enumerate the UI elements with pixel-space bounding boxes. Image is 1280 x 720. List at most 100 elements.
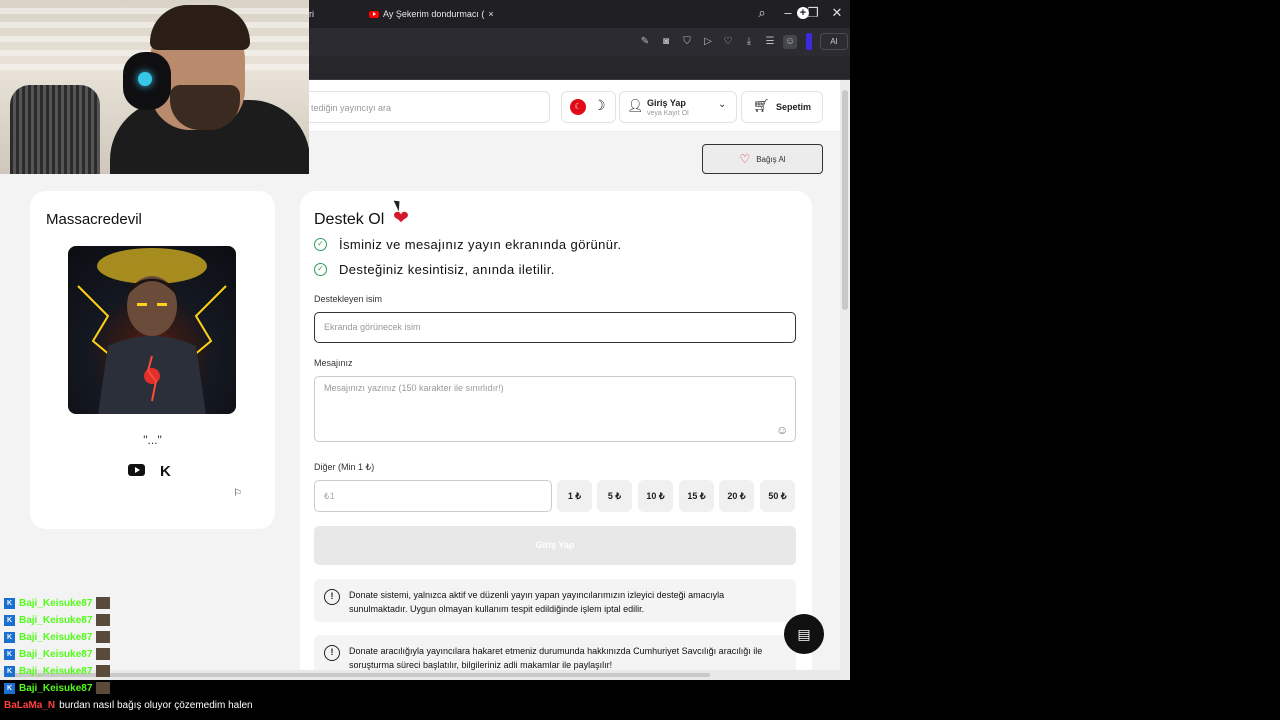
amount-chip[interactable]: 1 ₺ (557, 480, 592, 512)
emote-icon (96, 614, 111, 626)
user-icon: 👤︎ (627, 98, 644, 113)
amount-chip[interactable]: 50 ₺ (760, 480, 795, 512)
heart-icon[interactable]: ♡ (721, 35, 735, 49)
avatar-illustration (77, 248, 227, 414)
search-placeholder: tediğin yayıncıyı ara (311, 103, 392, 113)
donate-title: Destek Ol (314, 211, 385, 228)
info-alert-icon: ! (324, 589, 340, 605)
heart-icon: ♡ (739, 152, 751, 166)
streamer-avatar (68, 246, 236, 414)
message-textarea[interactable]: Mesajınızı yazınız (150 karakter ile sın… (314, 376, 796, 442)
cart-icon: 🛒︎ (753, 98, 770, 113)
report-flag-icon[interactable]: ⚐ (233, 488, 242, 499)
chat-line: K Baji_Keisuke87 (4, 646, 111, 662)
search-input[interactable]: tediğin yayıncıyı ara (300, 91, 550, 123)
chat-message: BaLaMa_N burdan nasıl bağış oluyor çözeme… (4, 697, 253, 713)
login-title: Giriş Yap (647, 98, 686, 108)
submit-login-button[interactable]: Giriş Yap (314, 526, 796, 565)
close-window-icon[interactable]: ✕ (829, 5, 845, 21)
receive-donation-button[interactable]: ♡ Bağış Al (702, 144, 823, 174)
chair (10, 85, 100, 174)
extension-indicator[interactable] (806, 33, 812, 50)
youtube-icon (369, 10, 379, 18)
streamer-name: Massacredevil (46, 211, 142, 228)
browser-tab-active[interactable]: Ay Şekerim dondurmacı ( × (369, 6, 494, 22)
chat-support-icon[interactable]: ▤ (784, 614, 824, 654)
chat-message-text: burdan nasıl bağış oluyor çözemedim hale… (59, 699, 253, 711)
settings-box: ☾ ☽ (561, 91, 616, 123)
message-label: Mesajınız (314, 358, 353, 368)
tab-title: Ay Şekerim dondurmacı ( (383, 9, 485, 19)
login-button[interactable]: 👤︎ Giriş Yap veya Kayıt Ol ⌄ (619, 91, 737, 123)
amount-chip[interactable]: 5 ₺ (597, 480, 632, 512)
benefit-text: Desteğiniz kesintisiz, anında iletilir. (339, 262, 555, 277)
minimize-icon[interactable]: – (780, 5, 796, 21)
cart-button[interactable]: 🛒︎ Sepetim (741, 91, 823, 123)
profile-icon[interactable]: ☺ (783, 35, 797, 49)
notice-box: ! Donate sistemi, yalnızca aktif ve düze… (314, 579, 796, 622)
name-label: Destekleyen isim (314, 294, 383, 304)
kick-badge-icon: K (4, 597, 15, 609)
youtube-icon[interactable] (128, 463, 145, 480)
menu-icon[interactable]: ☰ (763, 35, 777, 49)
chat-username: Baji_Keisuke87 (19, 597, 93, 609)
notice-text: Donate aracılığıyla yayıncılara hakaret … (349, 646, 763, 670)
emote-icon (96, 648, 111, 660)
edit-icon[interactable]: ✎ (638, 35, 652, 49)
play-icon[interactable]: ▷ (701, 35, 715, 49)
camera-icon[interactable]: ◙ (659, 35, 673, 49)
browser-toolbar: ✎ ◙ ⛉ ▷ ♡ ⤓ ☰ ☺ (309, 28, 850, 56)
amount-input[interactable]: ₺1 (314, 480, 552, 512)
streamer-bio: "..." (143, 433, 162, 447)
chat-username: BaLaMa_N (4, 699, 56, 711)
chat-line: K Baji_Keisuke87 (4, 629, 111, 645)
search-icon[interactable]: ⌕ (754, 5, 770, 21)
chat-line: K Baji_Keisuke87 (4, 595, 111, 611)
browser-tab-partial[interactable]: ri (309, 6, 314, 22)
chat-username: Baji_Keisuke87 (19, 631, 93, 643)
chat-line: K Baji_Keisuke87 (4, 680, 111, 696)
cart-label: Sepetim (776, 102, 812, 112)
message-placeholder: Mesajınızı yazınız (150 karakter ile sın… (324, 383, 504, 393)
emote-icon (96, 665, 111, 677)
amount-chip[interactable]: 10 ₺ (638, 480, 673, 512)
emoji-icon[interactable]: ☺ (776, 423, 788, 437)
streamer-hair (150, 5, 250, 50)
restore-icon[interactable]: ❐ (805, 5, 821, 21)
amount-placeholder: ₺1 (324, 491, 335, 501)
chat-username: Baji_Keisuke87 (19, 665, 93, 677)
ai-label: AI (830, 37, 838, 46)
kick-badge-icon: K (4, 614, 15, 626)
ai-button[interactable]: AI (820, 33, 848, 50)
register-link: veya Kayıt Ol (647, 110, 689, 117)
turkish-flag-icon[interactable]: ☾ (570, 99, 586, 115)
amount-chip[interactable]: 15 ₺ (679, 480, 714, 512)
kick-badge-icon: K (4, 648, 15, 660)
webcam-overlay (0, 0, 309, 174)
kick-icon[interactable]: K (160, 463, 171, 480)
dark-mode-icon[interactable]: ☽ (593, 97, 606, 114)
vertical-scrollbar[interactable] (840, 80, 850, 680)
chat-line: K Baji_Keisuke87 (4, 612, 111, 628)
check-circle-icon: ✓ (314, 238, 327, 251)
donate-form-card: Destek Ol ❤ ✓ İsminiz ve mesajınız yayın… (300, 191, 812, 680)
amount-chip[interactable]: 20 ₺ (719, 480, 754, 512)
blind-slat (0, 8, 309, 14)
info-alert-icon: ! (324, 645, 340, 661)
streamer-profile-card: Massacredevil "..." K ⚐ (30, 191, 275, 529)
tab-close-icon[interactable]: × (488, 9, 493, 19)
chevron-down-icon: ⌄ (718, 99, 727, 110)
chat-line: K Baji_Keisuke87 (4, 663, 111, 679)
emote-icon (96, 631, 111, 643)
donor-name-input[interactable]: Ekranda görünecek isim (314, 312, 796, 343)
shield-icon[interactable]: ⛉ (680, 35, 694, 49)
receive-donation-label: Bağış Al (756, 154, 786, 164)
download-icon[interactable]: ⤓ (742, 35, 756, 49)
chat-username: Baji_Keisuke87 (19, 648, 93, 660)
kick-badge-icon: K (4, 682, 15, 694)
emote-icon (96, 682, 111, 694)
browser-tab-bar: ri Ay Şekerim dondurmacı ( × + ⌕ – ❐ ✕ (309, 0, 850, 28)
scroll-thumb[interactable] (842, 90, 848, 310)
tab-title: ri (309, 9, 314, 19)
notice-text: Donate sistemi, yalnızca aktif ve düzenl… (349, 590, 725, 614)
